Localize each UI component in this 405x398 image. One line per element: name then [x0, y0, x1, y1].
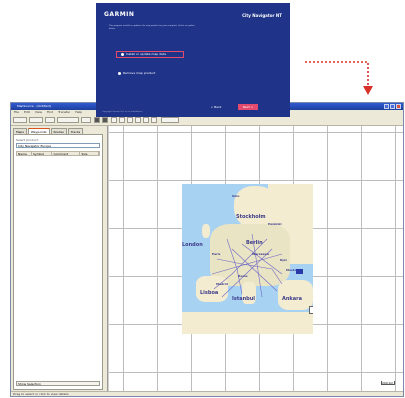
callout-arrow-icon: [305, 61, 373, 95]
